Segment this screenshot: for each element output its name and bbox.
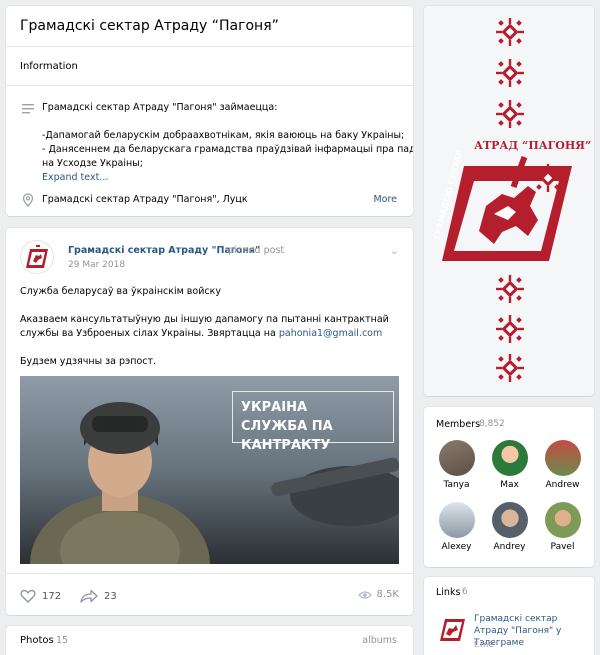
views-counter: 8.5K: [357, 589, 399, 600]
view-count: 8.5K: [376, 589, 399, 600]
banner-line: УКРАІНА: [241, 400, 308, 415]
more-link[interactable]: More: [373, 194, 397, 205]
member-item[interactable]: Alexey: [434, 502, 479, 552]
member-item[interactable]: Andrew: [540, 440, 585, 490]
post-menu-icon[interactable]: ⌄: [390, 244, 399, 257]
member-name: Andrew: [545, 480, 580, 490]
pahonia-logo-icon[interactable]: [436, 613, 470, 647]
avatar: [438, 440, 475, 476]
member-name: Max: [500, 480, 519, 490]
avatar: [544, 502, 581, 538]
group-avatar[interactable]: [20, 240, 54, 274]
email-link[interactable]: pahonia1@gmail.com: [279, 328, 382, 339]
group-info-card: Грамадскі сектар Атраду “Пагоня” Informa…: [6, 6, 413, 216]
members-card: Members 8,852 Tanya Max Andrew Alexey An…: [424, 407, 594, 567]
information-section-label: Information: [20, 61, 78, 72]
share-arrow-icon: [80, 589, 98, 603]
pinned-post-card: Грамадскі сектар Атраду "Пагоня" pinned …: [6, 228, 413, 615]
cover-title-top: АТРАД “ПАГОНЯ”: [474, 139, 592, 152]
banner-line: СЛУЖБА ПА КАНТРАКТУ: [241, 419, 333, 453]
description-line: -Дапамогай беларускім добраахвотнікам, я…: [42, 130, 405, 141]
photos-card: Photos 15 albums: [6, 626, 413, 655]
photos-link[interactable]: Photos: [20, 635, 54, 646]
avatar: [491, 440, 528, 476]
post-text-paragraph: Аказваем кансультатыўную ды іншую дапамо…: [20, 313, 400, 341]
divider: [6, 85, 413, 86]
member-name: Pavel: [550, 542, 575, 552]
member-item[interactable]: Max: [487, 440, 532, 490]
members-link[interactable]: Members: [436, 419, 480, 430]
divider: [6, 573, 413, 574]
share-count: 23: [104, 590, 117, 602]
like-button[interactable]: 172: [20, 589, 61, 603]
links-card: Links 6 Грамадскі сектар Атраду "Пагоня"…: [424, 577, 594, 655]
members-count: 8,852: [479, 419, 505, 429]
location-pin-icon: [22, 193, 34, 207]
share-button[interactable]: 23: [80, 589, 117, 603]
description-line: [42, 115, 402, 129]
links-label[interactable]: Links: [436, 587, 460, 598]
description-line: на Усходзе Украіны;: [42, 158, 143, 169]
description-line: - Данясеннем да беларускага грамадства п…: [42, 144, 413, 155]
post-image[interactable]: УКРАІНА СЛУЖБА ПА КАНТРАКТУ: [20, 376, 399, 564]
albums-link[interactable]: albums: [362, 635, 397, 646]
description-line: Грамадскі сектар Атраду "Пагоня" займаец…: [42, 102, 278, 113]
description-icon: [22, 104, 34, 114]
links-count: 6: [462, 587, 468, 597]
image-banner: УКРАІНА СЛУЖБА ПА КАНТРАКТУ: [232, 391, 394, 453]
expand-text-link[interactable]: Expand text...: [42, 172, 108, 183]
page-title: Грамадскі сектар Атраду “Пагоня”: [20, 18, 279, 34]
divider: [6, 46, 413, 47]
avatar: [544, 440, 581, 476]
member-name: Tanya: [443, 480, 470, 490]
post-text-line: Служба беларусаў ва ўкраінскім войску: [20, 286, 221, 297]
avatar: [438, 502, 475, 538]
avatar: [491, 502, 528, 538]
post-text-line: Будзем удзячны за рэпост.: [20, 356, 157, 367]
member-item[interactable]: Andrey: [487, 502, 532, 552]
post-date[interactable]: 29 Mar 2018: [68, 260, 125, 270]
post-actions: 172 23 8.5K: [6, 586, 413, 608]
location-text: Грамадскі сектар Атраду "Пагоня", Луцк: [42, 194, 248, 205]
group-cover-card[interactable]: АТРАД “ПАГОНЯ” ГРАМАДСКІ СЕКТАР: [424, 6, 594, 396]
heart-icon: [20, 589, 36, 603]
eye-icon: [357, 590, 372, 599]
like-count: 172: [42, 590, 62, 602]
member-item[interactable]: Pavel: [540, 502, 585, 552]
member-name: Andrey: [493, 542, 526, 552]
pinned-post-label: pinned post: [228, 245, 285, 256]
link-domain: t.me: [474, 640, 494, 650]
post-body: Служба беларусаў ва ўкраінскім войску Ак…: [20, 285, 400, 383]
pahonia-logo-icon: [26, 245, 48, 268]
member-name: Alexey: [441, 542, 472, 552]
group-description: Грамадскі сектар Атраду "Пагоня" займаец…: [42, 101, 413, 171]
member-item[interactable]: Tanya: [434, 440, 479, 490]
photos-count: 15: [56, 635, 69, 646]
